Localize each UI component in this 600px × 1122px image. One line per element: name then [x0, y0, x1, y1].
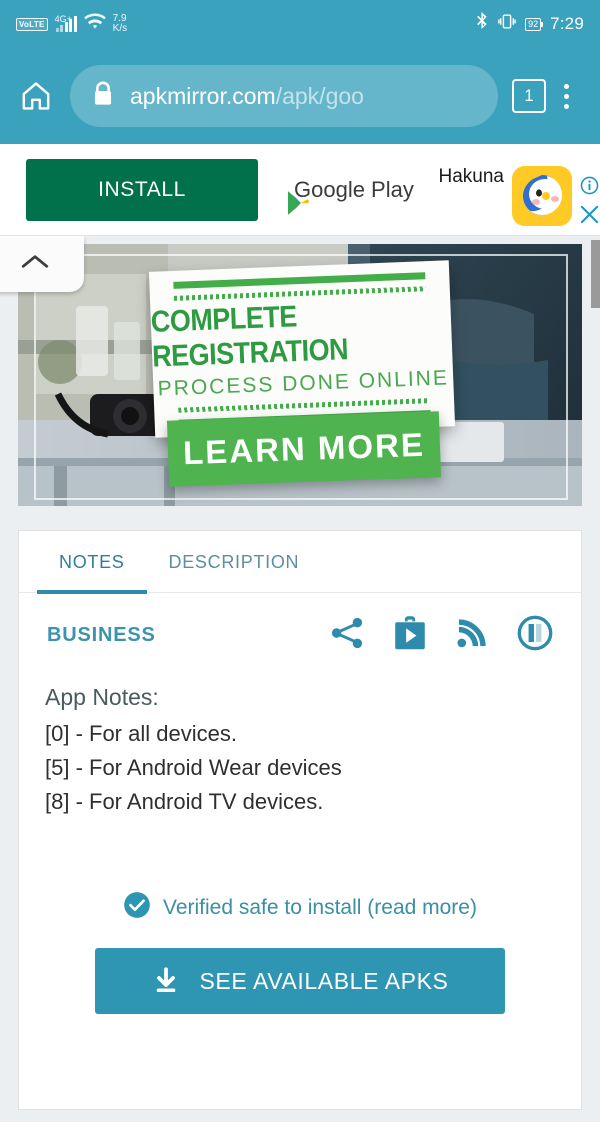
- install-button[interactable]: INSTALL: [26, 158, 258, 221]
- app-details-card: NOTES DESCRIPTION BUSINESS App Notes: [0…: [18, 530, 582, 1110]
- google-play-label: Google Play: [294, 176, 414, 202]
- url-host: apkmirror.com: [130, 82, 276, 109]
- wifi-icon: [83, 13, 106, 36]
- overflow-menu-icon[interactable]: [546, 83, 586, 109]
- volte-badge: VoLTE: [16, 17, 48, 31]
- download-icon: [151, 966, 181, 996]
- browser-toolbar: apkmirror.com/apk/goo 1: [0, 48, 600, 144]
- learn-more-label: LEARN MORE: [182, 425, 426, 472]
- ad-controls: [579, 176, 600, 230]
- clock: 7:29: [550, 14, 584, 33]
- info-icon[interactable]: [580, 176, 599, 200]
- verified-safe-row[interactable]: Verified safe to install (read more): [19, 891, 581, 924]
- google-play-store-icon[interactable]: [393, 615, 427, 656]
- app-note-line: [0] - For all devices.: [45, 721, 237, 746]
- category-label: BUSINESS: [47, 624, 156, 646]
- see-available-apks-button[interactable]: SEE AVAILABLE APKS: [95, 948, 505, 1014]
- promo-sign: COMPLETE REGISTRATION PROCESS DONE ONLIN…: [148, 260, 456, 438]
- url-path: /apk/goo: [275, 82, 364, 109]
- google-play-badge: Google Play: [286, 176, 414, 215]
- signal-bars-icon: 4G+: [54, 13, 77, 32]
- tab-description-label: DESCRIPTION: [168, 551, 300, 572]
- category-row: BUSINESS: [19, 593, 581, 656]
- chevron-up-icon: [20, 252, 50, 277]
- page-scrollbar[interactable]: [591, 240, 600, 308]
- network-speed-indicator: 7.9 K/s: [113, 14, 127, 34]
- network-speed-unit: K/s: [112, 23, 128, 34]
- url-bar[interactable]: apkmirror.com/apk/goo: [70, 65, 498, 127]
- url-text: apkmirror.com/apk/goo: [130, 83, 364, 110]
- hakuna-app-icon[interactable]: [512, 166, 572, 226]
- app-note-line: [5] - For Android Wear devices: [45, 755, 342, 780]
- lock-icon: [92, 81, 114, 112]
- status-bar-right: 92 7:29: [476, 12, 584, 36]
- status-bar: VoLTE 4G+ 7.9 K/s 92 7:29: [0, 0, 600, 48]
- promo-banner-image[interactable]: COMPLETE REGISTRATION PROCESS DONE ONLIN…: [18, 244, 582, 506]
- tab-notes[interactable]: NOTES: [37, 531, 147, 594]
- app-notes-title: App Notes:: [45, 684, 159, 710]
- battery-level: 92: [528, 19, 539, 29]
- bluetooth-icon: [476, 12, 489, 36]
- rss-feed-icon[interactable]: [455, 616, 489, 655]
- phone-screen: VoLTE 4G+ 7.9 K/s 92 7:29 apkmirror.com/…: [0, 0, 600, 1122]
- tab-counter-button[interactable]: 1: [512, 79, 546, 113]
- check-circle-icon: [123, 891, 151, 924]
- page-content: COMPLETE REGISTRATION PROCESS DONE ONLIN…: [0, 236, 600, 1122]
- collapse-banner-button[interactable]: [0, 236, 84, 292]
- see-available-apks-label: SEE AVAILABLE APKS: [199, 967, 449, 994]
- learn-more-sign[interactable]: LEARN MORE: [166, 411, 442, 487]
- promo-line-1: COMPLETE REGISTRATION: [150, 298, 349, 373]
- tab-bar: NOTES DESCRIPTION: [19, 531, 581, 594]
- social-actions: [329, 615, 553, 656]
- tab-description[interactable]: DESCRIPTION: [147, 531, 322, 593]
- share-icon[interactable]: [329, 616, 365, 655]
- close-icon[interactable]: [579, 204, 600, 230]
- ad-banner[interactable]: INSTALL Google Play Hakuna: [0, 144, 600, 236]
- network-type-label: 4G+: [54, 13, 72, 24]
- battery-indicator: 92: [525, 17, 544, 31]
- ad-app-name: Hakuna: [438, 166, 505, 187]
- home-icon[interactable]: [14, 74, 58, 118]
- pocket-icon[interactable]: [517, 615, 553, 656]
- app-notes-section: App Notes: [0] - For all devices. [5] - …: [19, 656, 581, 819]
- verified-safe-label: Verified safe to install (read more): [163, 895, 477, 919]
- tab-notes-label: NOTES: [59, 551, 125, 572]
- status-bar-left: VoLTE 4G+ 7.9 K/s: [16, 13, 127, 36]
- app-note-line: [8] - For Android TV devices.: [45, 789, 324, 814]
- sign-rule-top: [173, 271, 426, 289]
- vibrate-icon: [498, 13, 516, 35]
